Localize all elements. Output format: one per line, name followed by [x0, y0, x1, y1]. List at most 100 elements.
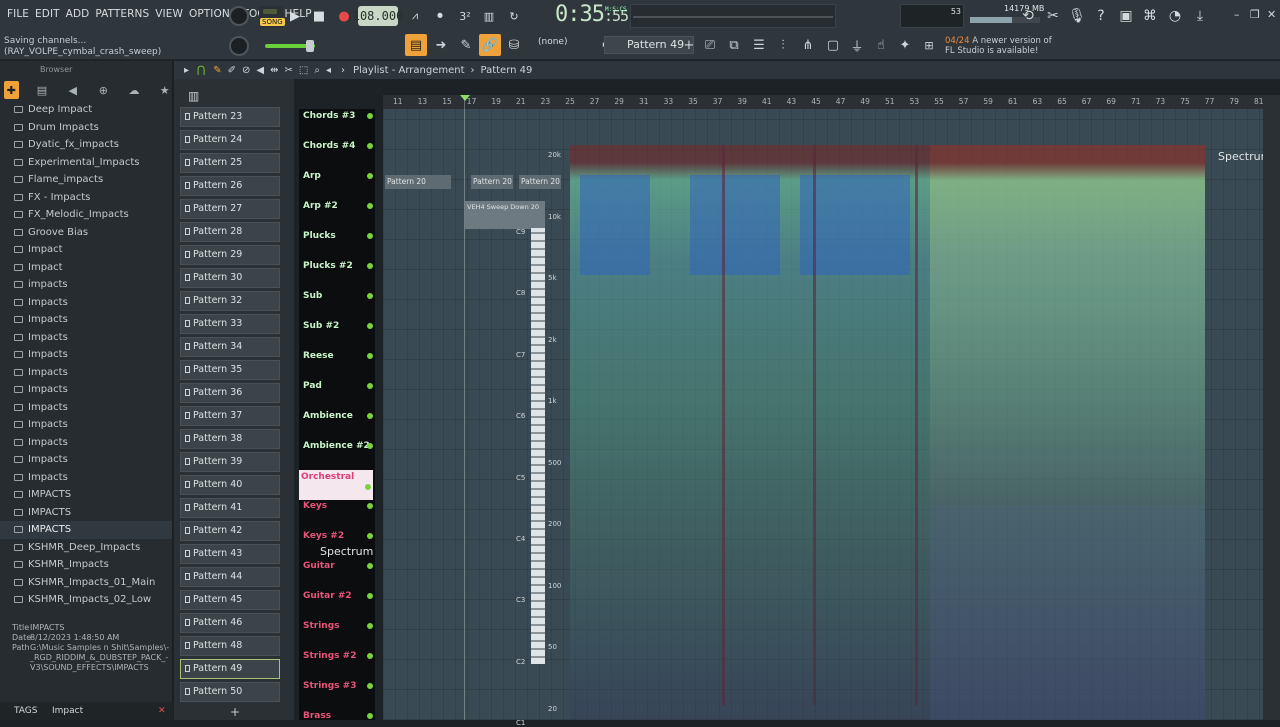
- track-led-icon[interactable]: [367, 413, 373, 419]
- browser-folder[interactable]: Impacts: [0, 434, 172, 452]
- browser-folder[interactable]: Experimental_Impacts: [0, 154, 172, 172]
- touch-icon[interactable]: ☝: [870, 34, 892, 56]
- plug-icon[interactable]: ⏚: [846, 34, 868, 56]
- browser-folder[interactable]: Impact: [0, 259, 172, 277]
- track-header[interactable]: Sub #2: [303, 321, 373, 331]
- browser-folder[interactable]: Impacts: [0, 311, 172, 329]
- loop-record-icon[interactable]: ↻: [503, 5, 525, 27]
- browser-folder[interactable]: Dyatic_fx_impacts: [0, 136, 172, 154]
- current-project-icon[interactable]: ▤: [35, 81, 50, 99]
- track-led-icon[interactable]: [365, 484, 371, 490]
- tools-icon[interactable]: ✦: [894, 34, 916, 56]
- menu-edit[interactable]: EDIT: [32, 8, 63, 20]
- track-led-icon[interactable]: [367, 653, 373, 659]
- track-led-icon[interactable]: [367, 683, 373, 689]
- cut-icon[interactable]: ✂: [1042, 4, 1064, 28]
- browser-folder[interactable]: Impacts: [0, 469, 172, 487]
- wait-input-icon[interactable]: ⏺: [429, 5, 451, 27]
- track-led-icon[interactable]: [367, 173, 373, 179]
- pattern-item[interactable]: Pattern 24: [180, 130, 280, 150]
- browser-folder[interactable]: Impacts: [0, 346, 172, 364]
- track-header[interactable]: Arp: [303, 171, 373, 181]
- microphone-icon[interactable]: 🎙: [1066, 4, 1088, 28]
- browser-folder[interactable]: KSHMR_Impacts_02_Low: [0, 591, 172, 609]
- menu-add[interactable]: ADD: [63, 8, 93, 20]
- pattern-list-icon[interactable]: ▥: [188, 89, 199, 103]
- pattern-item[interactable]: Pattern 40: [180, 475, 280, 495]
- playhead-marker[interactable]: [460, 95, 470, 101]
- close-icon[interactable]: ✕: [1267, 8, 1276, 21]
- browser-folder[interactable]: KSHMR_Deep_Impacts: [0, 539, 172, 557]
- all-files-icon[interactable]: ✚: [4, 81, 19, 99]
- playlist-view-icon[interactable]: ▤: [405, 34, 427, 56]
- plugin-icon[interactable]: ⌘: [1139, 4, 1161, 28]
- star-icon[interactable]: ★: [157, 81, 172, 99]
- draw-tool-icon[interactable]: ✎: [213, 65, 221, 76]
- piano-roll-icon[interactable]: ⧉: [723, 34, 745, 56]
- pattern-item[interactable]: Pattern 35: [180, 360, 280, 380]
- track-header[interactable]: Ambience #2: [303, 441, 373, 451]
- plugin-database-icon[interactable]: ⊕: [96, 81, 111, 99]
- download-icon[interactable]: ⤓: [1189, 4, 1211, 28]
- browser-tree-icon[interactable]: ⋔: [797, 34, 819, 56]
- timeline-ruler[interactable]: 11 13 15 17 19 21 23 25 27 29 31 33 35 37 39 41 43 45 47 49…: [383, 95, 1264, 109]
- step-edit-icon[interactable]: ▥: [478, 5, 500, 27]
- track-header[interactable]: Arp #2: [303, 201, 373, 211]
- pattern-clip[interactable]: Pattern 20: [471, 175, 513, 189]
- pattern-item[interactable]: Pattern 30: [180, 268, 280, 288]
- browser-folder[interactable]: Impacts: [0, 364, 172, 382]
- browser-folder[interactable]: KSHMR_Impacts: [0, 556, 172, 574]
- pattern-clip[interactable]: Pattern 20: [385, 175, 451, 189]
- pattern-item[interactable]: Pattern 27: [180, 199, 280, 219]
- magnet-icon[interactable]: ⋂: [197, 65, 205, 76]
- delete-tool-icon[interactable]: ⊘: [242, 65, 250, 76]
- audio-clip[interactable]: VEH4 Sweep Down 20: [465, 201, 545, 229]
- track-led-icon[interactable]: [367, 323, 373, 329]
- save-icon[interactable]: ▣: [1115, 4, 1137, 28]
- paint-tool-icon[interactable]: ✐: [228, 65, 236, 76]
- browser-folder[interactable]: Impact: [0, 241, 172, 259]
- update-notice[interactable]: 04/24 A newer version of FL Studio is av…: [945, 36, 1052, 56]
- browser-folder[interactable]: Drum Impacts: [0, 119, 172, 137]
- add-pattern-icon[interactable]: +: [678, 34, 700, 56]
- track-led-icon[interactable]: [367, 593, 373, 599]
- track-led-icon[interactable]: [367, 443, 373, 449]
- track-header[interactable]: Plucks: [303, 231, 373, 241]
- track-header[interactable]: Ambience: [303, 411, 373, 421]
- pattern-item[interactable]: Pattern 37: [180, 406, 280, 426]
- pattern-item[interactable]: Pattern 44: [180, 567, 280, 587]
- link-icon[interactable]: 🔗: [479, 34, 501, 56]
- mixer-faders-icon[interactable]: ⫶: [772, 34, 794, 56]
- undo-icon[interactable]: ⟲: [1017, 4, 1039, 28]
- browser-folder[interactable]: Impacts: [0, 451, 172, 469]
- pattern-item[interactable]: Pattern 42: [180, 521, 280, 541]
- track-header[interactable]: Plucks #2: [303, 261, 373, 271]
- pattern-item[interactable]: Pattern 50: [180, 682, 280, 702]
- browser-folder[interactable]: Flame_impacts: [0, 171, 172, 189]
- pattern-item[interactable]: Pattern 38: [180, 429, 280, 449]
- track-header[interactable]: Chords #3: [303, 111, 373, 121]
- track-header[interactable]: Strings #2: [303, 651, 373, 661]
- browser-folder[interactable]: Groove Bias: [0, 224, 172, 242]
- browser-folder[interactable]: Deep Impact: [0, 101, 172, 119]
- pattern-item[interactable]: Pattern 41: [180, 498, 280, 518]
- play-icon[interactable]: ▶: [284, 5, 306, 27]
- track-led-icon[interactable]: [367, 563, 373, 569]
- menu-patterns[interactable]: PATTERNS: [92, 8, 152, 20]
- cloud-icon[interactable]: ☁: [127, 81, 142, 99]
- record-icon[interactable]: ●: [333, 5, 355, 27]
- channel-rack-icon[interactable]: ☰: [748, 34, 770, 56]
- track-led-icon[interactable]: [367, 113, 373, 119]
- select-tool-icon[interactable]: ⬚: [299, 65, 308, 76]
- master-volume-knob[interactable]: [229, 6, 249, 26]
- browser-folder[interactable]: FX - Impacts: [0, 189, 172, 207]
- browser-folder[interactable]: IMPACTS: [0, 486, 172, 504]
- help-icon[interactable]: ?: [1090, 4, 1112, 28]
- track-header[interactable]: Orchestral: [299, 470, 373, 500]
- track-led-icon[interactable]: [367, 263, 373, 269]
- back-icon[interactable]: ◀: [65, 81, 80, 99]
- pattern-item[interactable]: Pattern 25: [180, 153, 280, 173]
- track-led-icon[interactable]: [367, 353, 373, 359]
- pattern-item[interactable]: Pattern 33: [180, 314, 280, 334]
- track-led-icon[interactable]: [367, 383, 373, 389]
